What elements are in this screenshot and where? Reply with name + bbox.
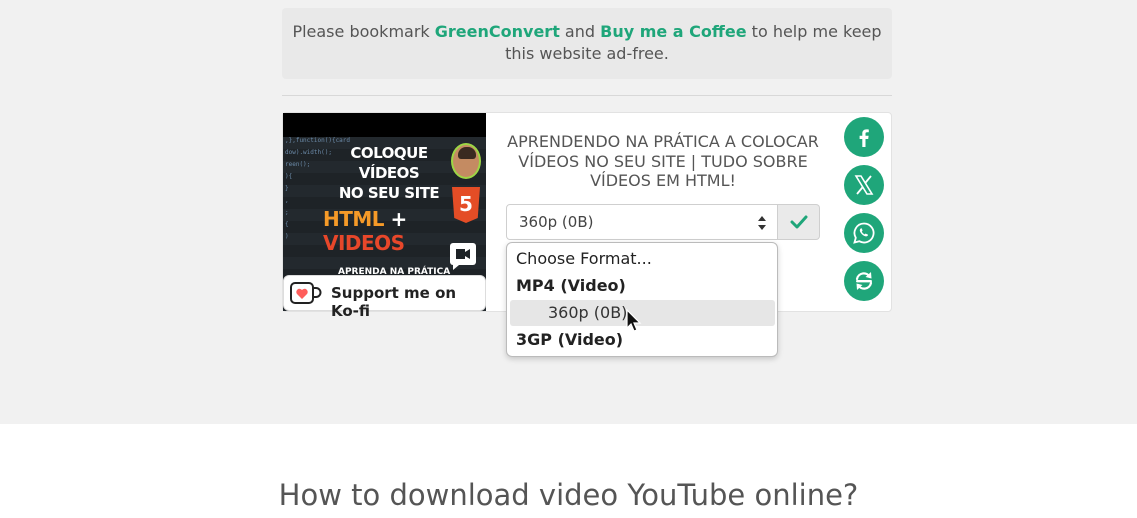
video-title: APRENDENDO NA PRÁTICA A COLOCAR VÍDEOS N… xyxy=(507,132,819,190)
thumbnail-plus: + xyxy=(390,207,408,231)
thumbnail-line1: COLOQUE VÍDEOS xyxy=(350,144,428,182)
brand-green-text: Green xyxy=(434,22,489,41)
format-dropdown: Choose Format... MP4 (Video) 360p (0B) 3… xyxy=(506,242,778,357)
buy-coffee-link[interactable]: Buy me a Coffee xyxy=(600,22,746,41)
select-arrows-icon xyxy=(758,216,766,230)
divider xyxy=(282,95,892,96)
share-icon xyxy=(855,272,873,290)
brand-convert-text: Convert xyxy=(488,22,560,41)
whatsapp-icon xyxy=(853,222,875,244)
thumbnail-headline: COLOQUE VÍDEOS NO SEU SITE xyxy=(329,143,449,203)
video-camera-icon xyxy=(450,243,476,270)
bookmark-notice: Please bookmark GreenConvert and Buy me … xyxy=(282,8,892,79)
thumbnail-top-bar xyxy=(283,113,486,137)
howto-heading: How to download video YouTube online? xyxy=(278,478,859,512)
format-select-value: 360p (0B) xyxy=(519,213,594,231)
x-icon xyxy=(854,175,874,195)
notice-text-and: and xyxy=(559,22,601,41)
option-choose-format[interactable]: Choose Format... xyxy=(516,247,652,271)
share-other-button[interactable] xyxy=(844,261,884,301)
presenter-avatar xyxy=(451,143,481,179)
share-x-button[interactable] xyxy=(844,165,884,205)
facebook-icon xyxy=(859,129,869,147)
checkmark-icon xyxy=(790,215,808,229)
notice-text-before: Please bookmark xyxy=(292,22,435,41)
thumbnail-html-text: HTML xyxy=(323,207,385,231)
kofi-label: Support me on Ko-fi xyxy=(331,284,457,320)
greenconvert-link[interactable]: GreenConvert xyxy=(435,22,560,41)
mouse-cursor-icon xyxy=(626,309,642,332)
thumbnail-videos-text: VIDEOS xyxy=(323,231,405,255)
kofi-button[interactable]: Support me on Ko-fi xyxy=(283,275,486,320)
html5-shield-icon: 5 xyxy=(452,187,480,223)
optgroup-3gp: 3GP (Video) xyxy=(516,330,624,349)
optgroup-mp4: MP4 (Video) xyxy=(516,276,626,295)
kofi-cup-icon xyxy=(290,282,322,304)
share-facebook-button[interactable] xyxy=(844,117,884,157)
format-select[interactable]: 360p (0B) xyxy=(506,204,778,240)
download-confirm-button[interactable] xyxy=(778,204,820,240)
share-whatsapp-button[interactable] xyxy=(844,213,884,253)
thumbnail-line2: NO SEU SITE xyxy=(338,184,440,202)
